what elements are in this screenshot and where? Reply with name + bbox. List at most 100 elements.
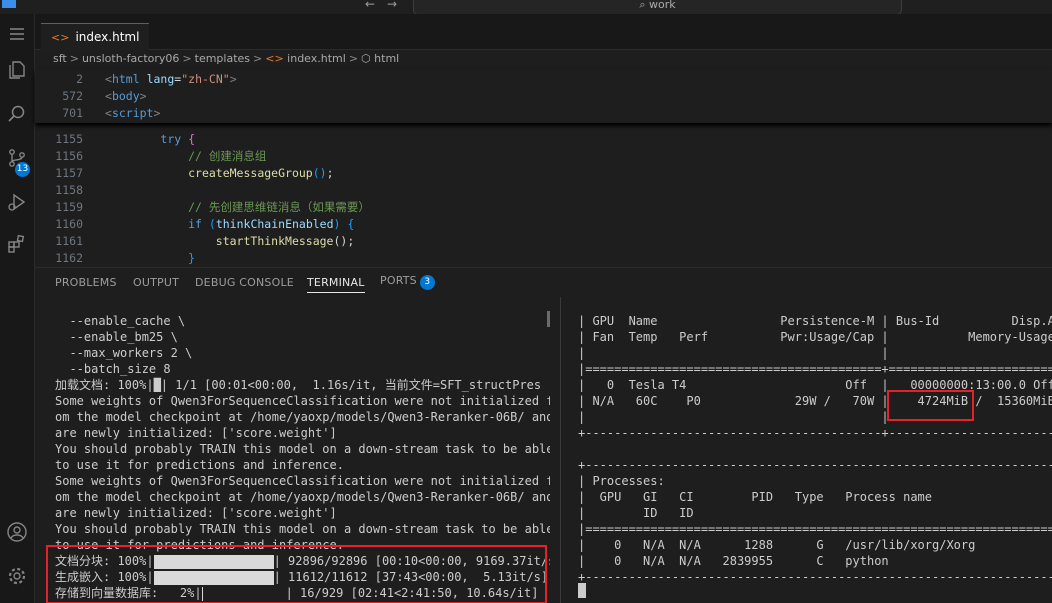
breadcrumb-sep: > <box>182 52 192 65</box>
nvidia-smi-line: | GPU GI CI PID Type Process name <box>578 490 933 504</box>
breadcrumb-item[interactable]: html <box>374 52 399 65</box>
nvidia-smi-line: | Fan Temp Perf Pwr:Usage/Cap | Memory-U… <box>578 330 1052 344</box>
nvidia-smi-line: | ID ID <box>578 506 694 520</box>
nvidia-smi-line: | N/A 60C P0 29W / 70W | 4724MiB / 15360… <box>578 394 1052 408</box>
breadcrumb: sft > unsloth-factory06 > templates > <> index… <box>53 52 399 65</box>
breadcrumb-item[interactable]: sft <box>53 52 67 65</box>
highlight-box <box>887 390 974 421</box>
nvidia-smi-line: +---------------------------------------… <box>578 426 1052 440</box>
panel-tab-bar: PROBLEMS OUTPUT DEBUG CONSOLE TERMINAL P… <box>35 267 1052 298</box>
tab-debug-console[interactable]: DEBUG CONSOLE <box>195 276 294 289</box>
code-line[interactable]: 1162 } <box>35 250 195 267</box>
terminal-line: --batch_size 8 <box>55 362 171 376</box>
terminal-right[interactable]: | GPU Name Persistence-M | Bus-Id Disp.A… <box>560 297 1052 603</box>
terminal-line: om the model checkpoint at /home/yaoxp/m… <box>55 490 550 504</box>
line-number: 1156 <box>55 149 83 163</box>
app-icon <box>2 0 16 8</box>
sticky-code-line: 572 <body> <box>35 88 146 105</box>
code-editor[interactable]: 1155 try {1156 // 创建消息组 1157 createMessag… <box>35 69 1052 267</box>
breadcrumb-item[interactable]: templates <box>195 52 250 65</box>
code-text: if (thinkChainEnabled) { <box>188 217 355 231</box>
terminal-left[interactable]: --enable_cache \ --enable_bm25 \ --max_w… <box>35 297 550 603</box>
nvidia-smi-line: |=======================================… <box>578 362 1052 376</box>
scm-badge: 13 <box>15 162 30 177</box>
extensions-icon[interactable] <box>5 232 29 256</box>
code-line[interactable]: 1158 <box>35 182 105 199</box>
sticky-code-line: 2 <html lang="zh-CN"> <box>35 71 237 88</box>
breadcrumb-item[interactable]: index.html <box>287 52 346 65</box>
run-debug-icon[interactable] <box>5 190 29 214</box>
back-arrow-icon[interactable]: ← <box>365 0 375 11</box>
forward-arrow-icon[interactable]: → <box>387 0 397 11</box>
sticky-code-line: 701 <script> <box>35 105 160 122</box>
code-line[interactable]: 1157 createMessageGroup(); <box>35 165 333 182</box>
line-number: 701 <box>62 106 83 120</box>
nvidia-smi-line: | 0 N/A N/A 2839955 C python <box>578 554 889 568</box>
code-text: } <box>188 251 196 265</box>
terminal-line: --enable_cache \ <box>55 314 186 328</box>
line-number: 1157 <box>55 166 83 180</box>
terminal-line: You should probably TRAIN this model on … <box>55 442 550 456</box>
terminal-line: Some weights of Qwen3ForSequenceClassifi… <box>55 394 550 408</box>
sticky-scroll: 2 <html lang="zh-CN"> 572 <body> 701 <script> <box>35 69 1052 123</box>
nvidia-smi-line: | Processes: <box>578 474 665 488</box>
html-file-icon: <> <box>265 52 284 65</box>
line-number: 1162 <box>55 251 83 265</box>
search-icon[interactable] <box>5 102 29 126</box>
nvidia-smi-line: | | | <box>578 346 1052 360</box>
line-number: 1161 <box>55 234 83 248</box>
terminal-line: 加载文档: 100%|█| 1/1 [00:01<00:00, 1.16s/it… <box>55 378 542 392</box>
line-number: 572 <box>62 89 83 103</box>
breadcrumb-item[interactable]: unsloth-factory06 <box>82 52 179 65</box>
code-text: // 创建消息组 <box>188 149 267 163</box>
breadcrumb-sep: > <box>348 52 359 65</box>
line-number: 2 <box>76 72 83 86</box>
source-control-icon[interactable]: 13 <box>5 146 30 177</box>
nvidia-smi-line: +---------------------------------------… <box>578 458 1052 472</box>
line-number: 1155 <box>55 132 83 146</box>
code-line[interactable]: 1156 // 创建消息组 <box>35 148 266 165</box>
code-line[interactable]: 1159 // 先创建思维链消息（如果需要） <box>35 199 370 216</box>
nvidia-smi-line: | 0 N/A N/A 1288 G /usr/lib/xorg/Xorg <box>578 538 976 552</box>
terminal-line: Some weights of Qwen3ForSequenceClassifi… <box>55 474 550 488</box>
account-icon[interactable] <box>5 520 29 544</box>
tab-ports[interactable]: PORTS 3 <box>380 274 435 290</box>
terminal-line: are newly initialized: ['score.weight'] <box>55 506 337 520</box>
code-text: <html lang="zh-CN"> <box>105 72 237 86</box>
code-line[interactable]: 1161 startThinkMessage(); <box>35 233 354 250</box>
breadcrumb-sep: > <box>253 52 263 65</box>
nvidia-smi-line: +---------------------------------------… <box>578 570 1052 584</box>
menu-icon[interactable] <box>5 22 29 46</box>
line-number: 1158 <box>55 183 83 197</box>
explorer-icon[interactable] <box>5 58 29 82</box>
code-text: try { <box>160 132 196 146</box>
nvidia-smi-line: | GPU Name Persistence-M | Bus-Id Disp.A… <box>578 314 1052 328</box>
terminal-line: --max_workers 2 \ <box>55 346 193 360</box>
command-center-search[interactable]: ⌕ work <box>413 0 902 15</box>
code-text: // 先创建思维链消息（如果需要） <box>188 200 370 214</box>
line-number: 1159 <box>55 200 83 214</box>
highlight-box <box>46 545 547 603</box>
tab-index-html[interactable]: <> index.html <box>41 23 150 50</box>
tab-label: index.html <box>75 30 140 44</box>
editor-tab-bar: <> index.html <box>35 14 1052 50</box>
html-file-icon: <> <box>51 31 70 44</box>
line-number: 1160 <box>55 217 83 231</box>
title-bar: ← → ⌕ work <box>0 0 1052 15</box>
terminal-line: --enable_bm25 \ <box>55 330 178 344</box>
code-text: <script> <box>105 106 161 120</box>
tab-output[interactable]: OUTPUT <box>133 276 179 289</box>
terminal-line: to use it for predictions and inference. <box>55 458 344 472</box>
terminal-scrollbar[interactable] <box>547 311 550 327</box>
search-icon: ⌕ <box>639 0 650 11</box>
code-line[interactable]: 1160 if (thinkChainEnabled) { <box>35 216 354 233</box>
tab-terminal[interactable]: TERMINAL <box>307 276 365 293</box>
code-line[interactable]: 1155 try { <box>35 131 195 148</box>
terminal-line: You should probably TRAIN this model on … <box>55 522 550 536</box>
nvidia-smi-line: |=======================================… <box>578 522 1052 536</box>
search-label: work <box>649 0 676 11</box>
settings-gear-icon[interactable] <box>5 564 29 588</box>
terminal-cursor <box>578 583 586 598</box>
terminal-line: are newly initialized: ['score.weight'] <box>55 426 337 440</box>
tab-problems[interactable]: PROBLEMS <box>55 276 117 289</box>
